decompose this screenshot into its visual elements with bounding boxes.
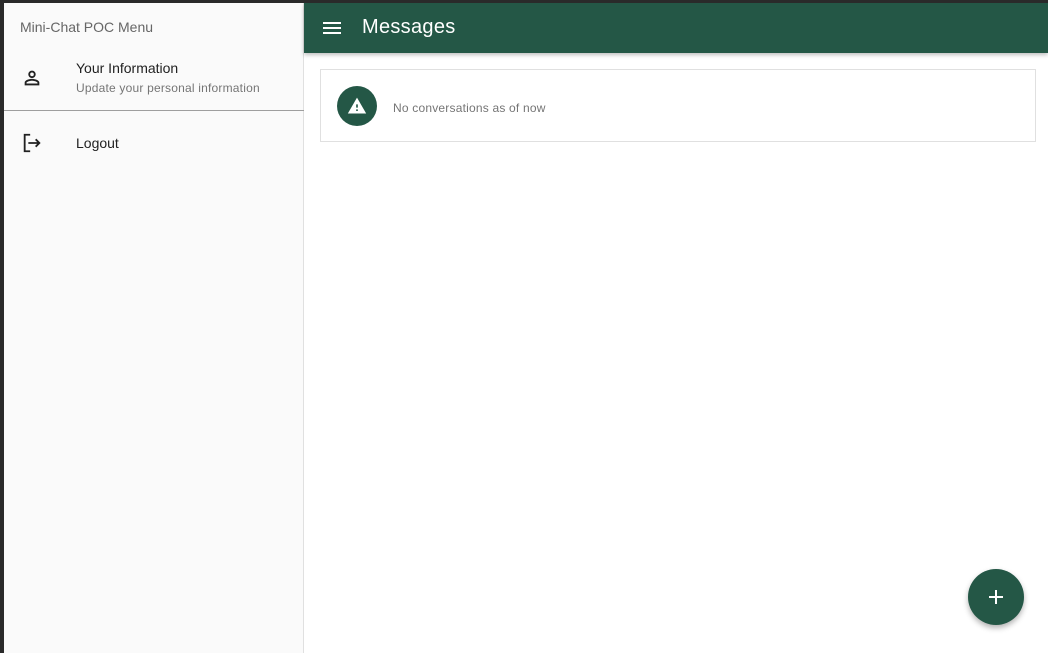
- main-content: Messages No conversations as of now: [304, 3, 1048, 653]
- app-window: Mini-Chat POC Menu Your Information Upda…: [4, 3, 1048, 653]
- empty-state-card: No conversations as of now: [320, 69, 1036, 142]
- sidebar-item-label: Your Information: [76, 60, 179, 76]
- new-conversation-button[interactable]: [968, 569, 1024, 625]
- sidebar-item-logout[interactable]: Logout: [4, 123, 304, 163]
- sidebar-title: Mini-Chat POC Menu: [20, 19, 154, 35]
- add-icon: [989, 590, 1003, 604]
- empty-state-message: No conversations as of now: [393, 101, 546, 115]
- logout-icon: [21, 132, 43, 154]
- toolbar: Messages: [304, 3, 1048, 53]
- sidebar-item-subtitle: Update your personal information: [76, 81, 260, 95]
- page-title: Messages: [362, 16, 456, 38]
- warning-icon: [347, 97, 367, 114]
- sidebar: Mini-Chat POC Menu Your Information Upda…: [4, 3, 304, 653]
- sidebar-item-label: Logout: [76, 135, 119, 151]
- menu-icon[interactable]: [320, 16, 344, 40]
- warning-avatar: [337, 86, 377, 126]
- sidebar-item-your-information[interactable]: Your Information Update your personal in…: [4, 51, 304, 111]
- person-icon: [21, 67, 43, 89]
